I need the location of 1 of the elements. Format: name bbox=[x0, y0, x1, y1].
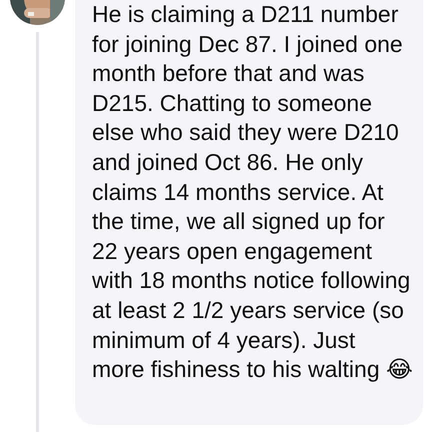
message-text: He is claiming a D211 number for joining Dec 87. I joined one month before that and was D215. Chatting to someone else who said they were D210 and joined Oct 86. He only claims 14 months service. At the time, we all signed up for 22 years open engagement with 18 months notice following at least 2 1/2 years service (so minimum of 4 years). Just more fishiness to his walting 😂 bbox=[92, 0, 413, 384]
